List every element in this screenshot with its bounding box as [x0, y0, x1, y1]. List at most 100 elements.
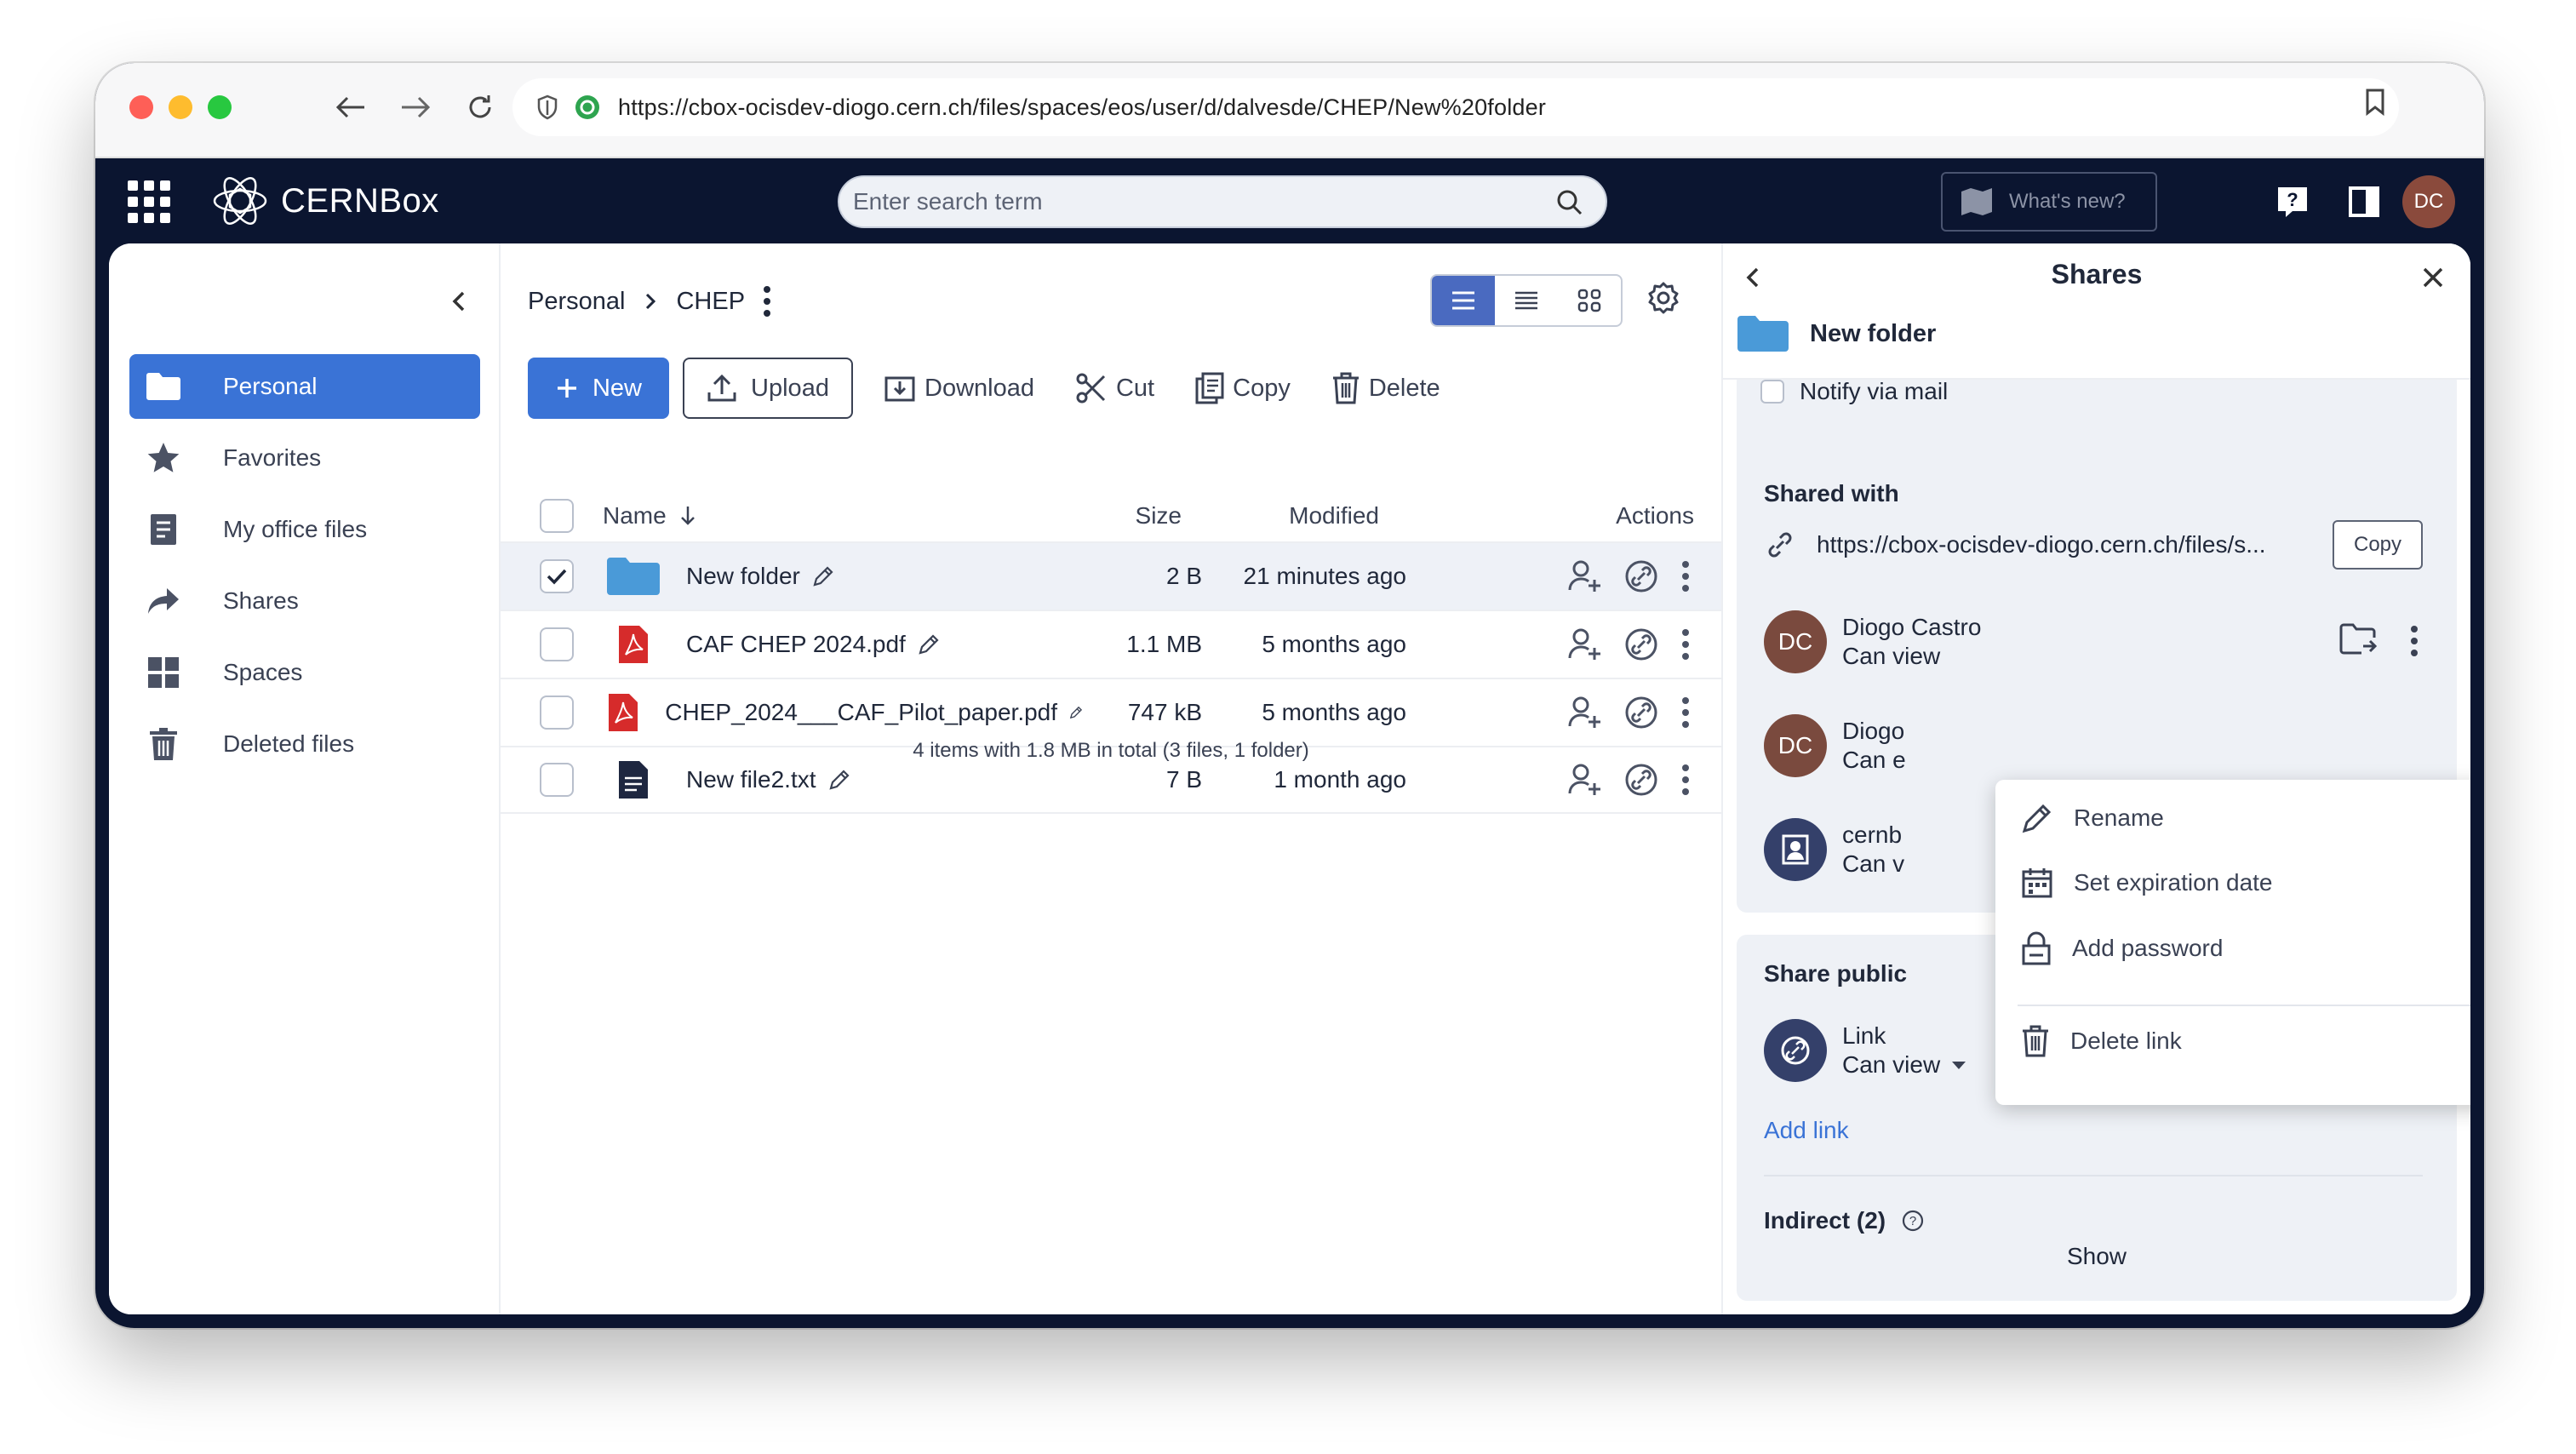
add-user-icon[interactable]: [1568, 627, 1602, 661]
row-checkbox[interactable]: [540, 696, 574, 730]
file-name[interactable]: New folder: [686, 563, 800, 590]
pencil-icon[interactable]: [1069, 701, 1083, 724]
address-bar[interactable]: https://cbox-ocisdev-diogo.cern.ch/files…: [512, 78, 2399, 136]
avatar: DC: [1764, 714, 1827, 777]
add-user-icon[interactable]: [1568, 763, 1602, 797]
row-checkbox-checked[interactable]: [540, 559, 574, 593]
sidebar-item-office-files[interactable]: My office files: [129, 497, 480, 562]
back-arrow-icon[interactable]: [329, 85, 373, 129]
panel-header: Shares New folder: [1723, 243, 2470, 380]
breadcrumb-root[interactable]: Personal: [528, 288, 625, 316]
new-button[interactable]: New: [528, 358, 669, 419]
browser-chrome: https://cbox-ocisdev-diogo.cern.ch/files…: [95, 63, 2484, 158]
menu-item-set-expiration[interactable]: Set expiration date: [2021, 867, 2273, 899]
close-icon[interactable]: [2418, 262, 2448, 297]
close-window-button[interactable]: [129, 95, 153, 119]
table-row[interactable]: CHEP_2024___CAF_Pilot_paper.pdf 747 kB 5…: [501, 678, 1721, 746]
sidebar-item-shares[interactable]: Shares: [129, 569, 480, 633]
menu-item-delete-link[interactable]: Delete link: [2021, 1025, 2182, 1057]
more-vertical-icon[interactable]: [2409, 625, 2419, 661]
name-column-header[interactable]: Name: [603, 502, 1079, 530]
link-icon[interactable]: [1624, 763, 1658, 797]
sidebar-toggle-icon[interactable]: [2343, 180, 2385, 223]
file-name[interactable]: CAF CHEP 2024.pdf: [686, 631, 906, 658]
bookmark-icon[interactable]: [2365, 89, 2385, 120]
shared-link-url[interactable]: https://cbox-ocisdev-diogo.cern.ch/files…: [1817, 531, 2266, 558]
copy-link-button[interactable]: Copy: [2333, 520, 2423, 570]
sidebar-item-favorites[interactable]: Favorites: [129, 426, 480, 490]
more-vertical-icon[interactable]: [1680, 696, 1691, 729]
breadcrumb-current[interactable]: CHEP: [676, 288, 745, 316]
view-condensed-list-icon[interactable]: [1495, 276, 1558, 325]
info-icon[interactable]: ?: [1901, 1209, 1925, 1233]
public-link-name: Link: [1842, 1022, 1886, 1049]
show-indirect-button[interactable]: Show: [1737, 1243, 2457, 1270]
sidebar-item-personal[interactable]: Personal: [129, 354, 480, 419]
maximize-window-button[interactable]: [208, 95, 232, 119]
new-label: New: [592, 374, 642, 402]
more-vertical-icon[interactable]: [762, 284, 772, 318]
size-column-header[interactable]: Size: [1079, 502, 1182, 530]
share-role[interactable]: Can e: [1842, 746, 1906, 775]
download-button[interactable]: Download: [884, 373, 1034, 404]
add-user-icon[interactable]: [1568, 696, 1602, 730]
select-all-checkbox[interactable]: [540, 499, 574, 533]
atom-logo-icon: [213, 177, 267, 225]
view-list-icon[interactable]: [1432, 276, 1495, 325]
search-icon[interactable]: [1556, 189, 1583, 220]
delete-button[interactable]: Delete: [1331, 372, 1440, 404]
gear-icon[interactable]: [1646, 281, 1680, 319]
link-icon[interactable]: [1624, 627, 1658, 661]
link-icon[interactable]: [1624, 696, 1658, 730]
upload-button[interactable]: Upload: [683, 358, 853, 419]
table-row[interactable]: New folder 2 B 21 minutes ago: [501, 541, 1721, 610]
minimize-window-button[interactable]: [169, 95, 192, 119]
more-vertical-icon[interactable]: [1680, 560, 1691, 592]
row-checkbox[interactable]: [540, 763, 574, 797]
search-input[interactable]: [853, 188, 1551, 215]
link-icon[interactable]: [1624, 559, 1658, 593]
sidebar-item-label: Spaces: [223, 659, 303, 685]
table-row[interactable]: CAF CHEP 2024.pdf 1.1 MB 5 months ago: [501, 610, 1721, 678]
file-name[interactable]: CHEP_2024___CAF_Pilot_paper.pdf: [665, 699, 1057, 726]
add-user-icon[interactable]: [1568, 559, 1602, 593]
actions-column-header: Actions: [1616, 502, 1694, 529]
reload-icon[interactable]: [458, 85, 502, 129]
shared-with-heading: Shared with: [1764, 480, 1899, 507]
download-icon: [884, 376, 915, 402]
sidebar-item-spaces[interactable]: Spaces: [129, 640, 480, 705]
public-link-role-dropdown[interactable]: Can view: [1842, 1050, 1967, 1079]
folder-arrow-icon[interactable]: [2339, 623, 2378, 660]
cut-button[interactable]: Cut: [1075, 372, 1154, 404]
pencil-icon[interactable]: [828, 769, 850, 791]
share-role[interactable]: Can view: [1842, 642, 1981, 671]
row-checkbox[interactable]: [540, 627, 574, 661]
view-tiles-icon[interactable]: [1558, 276, 1621, 325]
app-switcher-icon[interactable]: [128, 180, 170, 223]
copy-button[interactable]: Copy: [1195, 372, 1291, 404]
help-icon[interactable]: ?: [2271, 180, 2314, 223]
menu-item-add-password[interactable]: Add password: [2021, 931, 2223, 965]
share-role[interactable]: Can v: [1842, 850, 1904, 879]
calendar-icon: [2022, 868, 2052, 898]
pencil-icon[interactable]: [812, 565, 834, 587]
pencil-icon[interactable]: [918, 633, 940, 655]
share-name: Diogo Castro: [1842, 614, 1982, 640]
add-link-button[interactable]: Add link: [1764, 1117, 2423, 1144]
modified-column-header[interactable]: Modified: [1182, 502, 1379, 530]
search-box[interactable]: [838, 175, 1607, 228]
link-context-menu: Rename Set expiration date Add password …: [1995, 780, 2470, 1105]
more-vertical-icon[interactable]: [1680, 764, 1691, 796]
collapse-sidebar-icon[interactable]: [443, 284, 477, 323]
file-name[interactable]: New file2.txt: [686, 766, 816, 793]
menu-item-rename[interactable]: Rename: [2021, 802, 2164, 834]
plus-icon: [557, 379, 576, 398]
more-vertical-icon[interactable]: [1680, 628, 1691, 661]
whats-new-button[interactable]: What's new?: [1941, 172, 2157, 232]
notify-checkbox[interactable]: [1760, 380, 1784, 404]
shield-icon: [537, 94, 558, 120]
forward-arrow-icon[interactable]: [393, 85, 438, 129]
user-avatar[interactable]: DC: [2402, 175, 2455, 228]
cernbox-logo[interactable]: CERNBox: [209, 170, 439, 232]
sidebar-item-deleted-files[interactable]: Deleted files: [129, 712, 480, 776]
